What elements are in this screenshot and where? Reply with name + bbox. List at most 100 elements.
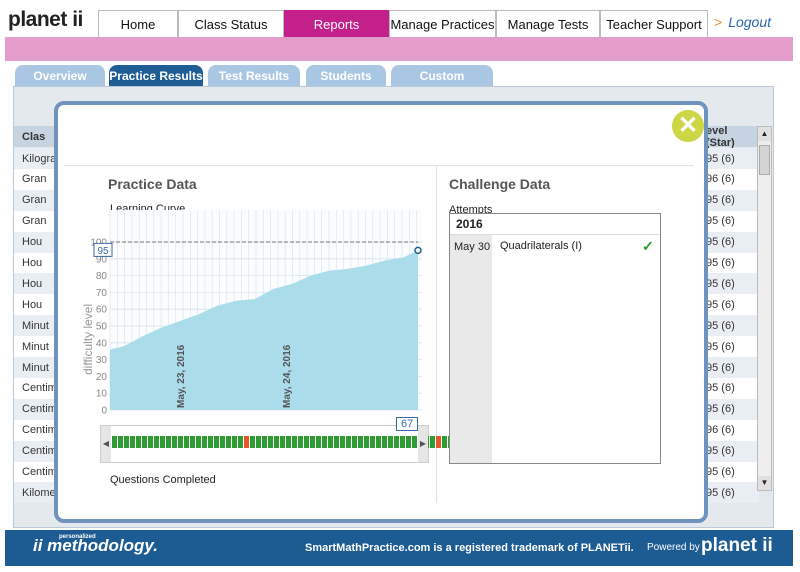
cell-level: 95 (6) xyxy=(706,403,735,416)
subtab-test-results[interactable]: Test Results xyxy=(208,65,300,87)
checkmark-icon: ✓ xyxy=(642,238,654,254)
cell-practice: Hou xyxy=(22,236,43,249)
question-correct xyxy=(406,436,411,448)
question-correct xyxy=(154,436,159,448)
scroll-thumb[interactable] xyxy=(759,145,770,175)
question-correct xyxy=(232,436,237,448)
question-correct xyxy=(130,436,135,448)
question-correct xyxy=(286,436,291,448)
question-correct xyxy=(316,436,321,448)
question-correct xyxy=(328,436,333,448)
date-marker-label: May, 24, 2016 xyxy=(282,344,293,408)
question-correct xyxy=(148,436,153,448)
question-correct xyxy=(238,436,243,448)
cell-level: 95 (6) xyxy=(706,236,735,249)
subtab-custom[interactable]: Custom xyxy=(391,65,493,87)
cell-practice: Gran xyxy=(22,173,47,186)
question-correct xyxy=(124,436,129,448)
question-correct xyxy=(226,436,231,448)
question-correct xyxy=(292,436,297,448)
question-correct xyxy=(358,436,363,448)
scroll-down-icon[interactable]: ▼ xyxy=(758,476,771,490)
question-correct xyxy=(160,436,165,448)
question-correct xyxy=(136,436,141,448)
practice-detail-modal: ✕ Practice Data Learning Curve 0 10 20 30 40… xyxy=(54,101,708,523)
question-correct xyxy=(196,436,201,448)
question-correct xyxy=(268,436,273,448)
question-incorrect xyxy=(244,436,249,448)
cell-practice: Gran xyxy=(22,215,47,228)
questions-completed-label: Questions Completed xyxy=(110,474,216,486)
date-marker-label: May, 23, 2016 xyxy=(176,344,187,408)
cell-level: 96 (6) xyxy=(706,173,735,186)
cell-practice: Hou xyxy=(22,298,43,311)
cell-level: 95 (6) xyxy=(706,340,735,353)
cell-level: 95 (6) xyxy=(706,361,735,374)
question-correct xyxy=(388,436,393,448)
question-correct xyxy=(142,436,147,448)
scroll-up-icon[interactable]: ▲ xyxy=(758,127,771,141)
cell-level: 95 (6) xyxy=(706,257,735,269)
cell-level: 95 (6) xyxy=(706,277,735,290)
y-tick-label: 0 xyxy=(101,406,107,417)
question-correct xyxy=(166,436,171,448)
scroll-left-icon[interactable]: ◀ xyxy=(101,426,111,462)
planetii-logo[interactable]: planet ii xyxy=(8,8,83,32)
question-correct xyxy=(346,436,351,448)
close-icon[interactable]: ✕ xyxy=(672,110,704,142)
question-correct xyxy=(172,436,177,448)
table-scrollbar[interactable]: ▲ ▼ xyxy=(757,126,772,491)
question-correct xyxy=(382,436,387,448)
cell-practice: Minut xyxy=(22,340,49,353)
cell-level: 95 (6) xyxy=(706,319,735,332)
question-correct xyxy=(352,436,357,448)
column-header[interactable]: evel (Star) xyxy=(706,125,759,149)
question-correct xyxy=(112,436,117,448)
attempts-year: 2016 xyxy=(450,214,660,235)
question-correct xyxy=(184,436,189,448)
questions-completed-bar: ◀ ▶ 67 xyxy=(100,417,513,463)
date-column xyxy=(450,235,492,463)
cell-practice: Centim xyxy=(22,382,57,395)
top-navigation-bar: planet ii Home Class Status Reports Mana… xyxy=(0,0,800,38)
question-correct xyxy=(262,436,267,448)
cell-level: 95 (6) xyxy=(706,298,735,311)
subtab-overview[interactable]: Overview xyxy=(15,65,105,87)
attempts-list: 2016 May 30 Quadrilaterals (I) ✓ xyxy=(449,213,661,464)
logout-link[interactable]: > Logout xyxy=(714,14,771,30)
cell-practice: Minut xyxy=(22,361,49,374)
nav-reports[interactable]: Reports xyxy=(284,10,389,37)
question-correct xyxy=(118,436,123,448)
subtab-practice-results[interactable]: Practice Results xyxy=(109,65,203,87)
question-correct xyxy=(274,436,279,448)
practice-data-title: Practice Data xyxy=(108,176,197,192)
question-correct xyxy=(202,436,207,448)
subtab-students[interactable]: Students xyxy=(306,65,386,87)
cell-practice: Kilome xyxy=(22,486,56,499)
accent-bar xyxy=(5,37,793,61)
column-header[interactable]: Clas xyxy=(22,131,45,143)
cell-practice: Centim xyxy=(22,403,57,416)
question-correct xyxy=(178,436,183,448)
question-correct xyxy=(310,436,315,448)
question-correct xyxy=(340,436,345,448)
question-correct xyxy=(190,436,195,448)
nav-manage-practices[interactable]: Manage Practices xyxy=(389,10,496,37)
question-correct xyxy=(220,436,225,448)
learning-curve-chart: 0102030405060708090100May, 23, 2016May, … xyxy=(81,210,422,417)
nav-manage-tests[interactable]: Manage Tests xyxy=(496,10,600,37)
cell-level: 95 (6) xyxy=(706,486,735,499)
question-incorrect xyxy=(436,436,441,448)
scroll-right-icon[interactable]: ▶ xyxy=(418,426,428,462)
attempt-name[interactable]: Quadrilaterals (I) xyxy=(500,240,582,252)
cell-level: 95 (6) xyxy=(706,382,735,395)
divider xyxy=(436,165,437,503)
cell-practice: Centim xyxy=(22,466,57,478)
cell-practice: Centim xyxy=(22,424,57,437)
nav-class-status[interactable]: Class Status xyxy=(178,10,284,37)
cell-level: 95 (6) xyxy=(706,445,735,458)
nav-teacher-support[interactable]: Teacher Support xyxy=(600,10,708,37)
question-correct xyxy=(334,436,339,448)
nav-home[interactable]: Home xyxy=(98,10,178,37)
question-correct xyxy=(412,436,417,448)
